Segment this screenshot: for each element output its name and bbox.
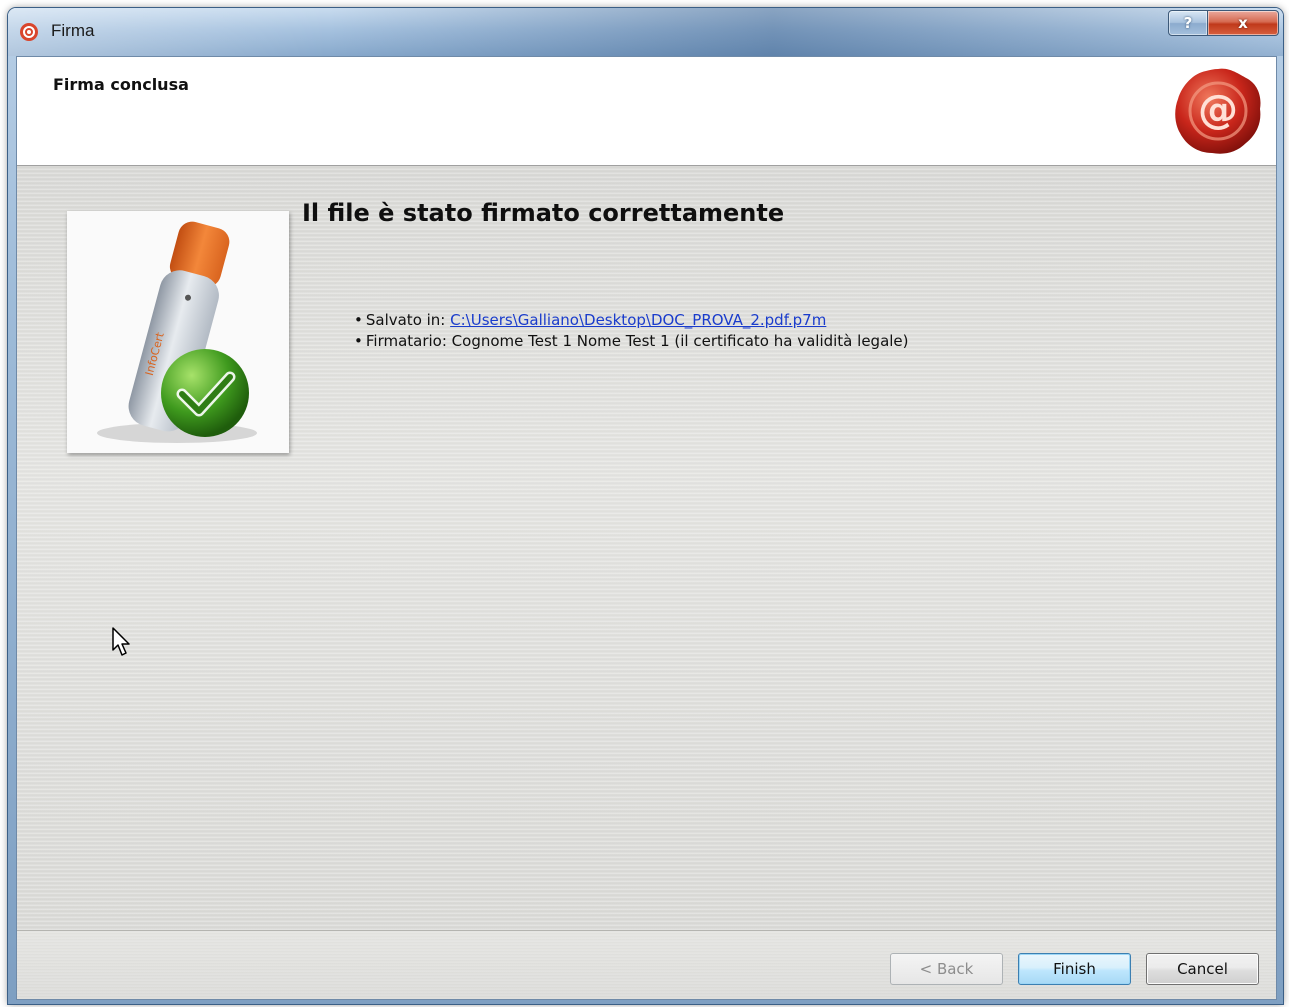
mouse-cursor-icon	[112, 627, 130, 656]
app-seal-icon	[20, 23, 38, 41]
caption-buttons: ? x	[1168, 10, 1279, 36]
help-button[interactable]: ?	[1168, 10, 1208, 36]
firma-window: Firma ? x Firma conclusa @ InfoCert Il f…	[8, 8, 1283, 1004]
result-details: Salvato in: C:\Users\Galliano\Desktop\DO…	[354, 310, 909, 352]
usb-token-check-icon: InfoCert	[67, 211, 289, 453]
svg-text:@: @	[1198, 87, 1238, 133]
saved-location-item: Salvato in: C:\Users\Galliano\Desktop\DO…	[354, 310, 909, 331]
back-button[interactable]: < Back	[890, 953, 1003, 985]
window-title: Firma	[51, 21, 95, 40]
saved-label: Salvato in:	[365, 311, 451, 329]
finish-button[interactable]: Finish	[1018, 953, 1131, 985]
wizard-footer: < Back Finish Cancel	[17, 930, 1276, 999]
signer-item: Firmatario: Cognome Test 1 Nome Test 1 (…	[354, 331, 909, 352]
cancel-button[interactable]: Cancel	[1146, 953, 1259, 985]
wizard-content: InfoCert Il file è stato firmato corrett…	[17, 166, 1276, 930]
title-bar[interactable]: Firma ? x	[8, 8, 1283, 56]
close-button[interactable]: x	[1208, 10, 1279, 36]
hero-image: InfoCert	[67, 211, 289, 453]
wizard-client-area: Firma conclusa @ InfoCert Il file è stat…	[16, 56, 1277, 1000]
success-heading: Il file è stato firmato correttamente	[302, 199, 785, 227]
wizard-header: Firma conclusa @	[17, 57, 1276, 166]
page-title: Firma conclusa	[53, 75, 189, 94]
wax-seal-at-icon: @	[1175, 68, 1261, 154]
saved-file-link[interactable]: C:\Users\Galliano\Desktop\DOC_PROVA_2.pd…	[450, 311, 826, 329]
